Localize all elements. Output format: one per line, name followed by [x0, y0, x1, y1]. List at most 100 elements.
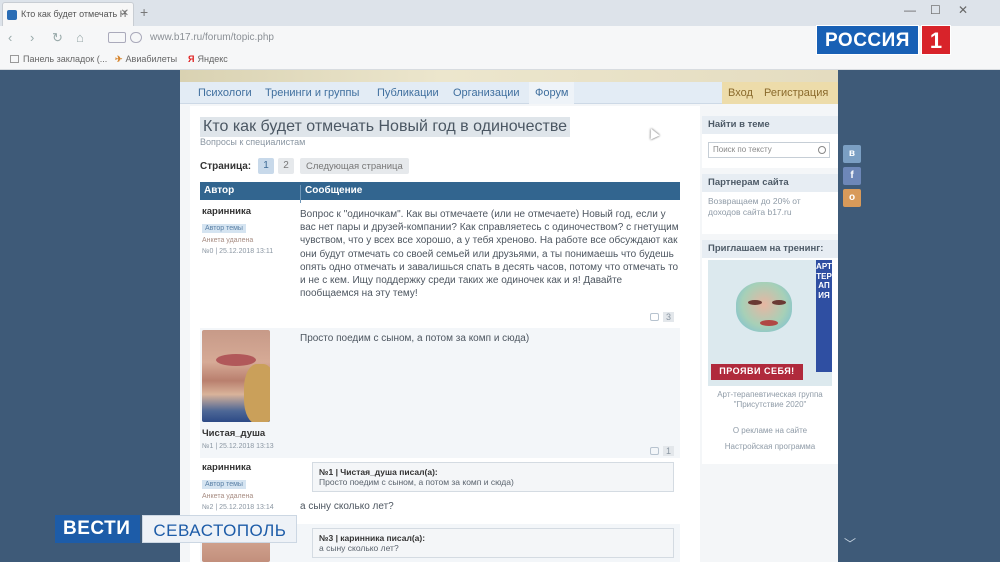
quote-header: №1 | Чистая_душа писал(а):	[319, 467, 438, 477]
privacy-icon[interactable]	[130, 32, 142, 43]
avatar[interactable]	[202, 330, 270, 422]
bookmark-item[interactable]: Я Яндекс	[188, 54, 228, 64]
quote-text: а сыну сколько лет?	[319, 543, 399, 553]
message-column-header: Сообщение	[300, 185, 362, 203]
browser-tab[interactable]: Кто как будет отмечать Н ✕	[2, 2, 134, 26]
post-meta: №2 | 25.12.2018 13:14	[202, 504, 274, 511]
chevron-down-icon[interactable]: ﹀	[844, 535, 856, 552]
url-text: www.b17.ru/forum/topic.php	[150, 32, 274, 43]
favicon-icon	[7, 10, 17, 20]
training-ad-box: Приглашаем на тренинг: АРТ ТЕРАПИЯ ПРОЯВ…	[702, 240, 838, 464]
page-2[interactable]: 2	[278, 158, 294, 174]
browser-tabbar: Кто как будет отмечать Н ✕ + — ☐ ✕	[0, 0, 1000, 26]
nav-trainings[interactable]: Тренинги и группы	[265, 87, 359, 99]
folder-icon	[10, 55, 19, 63]
training-ad-image[interactable]: АРТ ТЕРАПИЯ ПРОЯВИ СЕБЯ!	[708, 260, 832, 386]
post-meta: №1 | 25.12.2018 13:13	[202, 443, 274, 450]
like-count: 1	[662, 446, 674, 456]
search-icon[interactable]	[818, 146, 826, 154]
minimize-icon[interactable]: —	[904, 3, 916, 17]
register-link[interactable]: Регистрация	[764, 87, 828, 99]
partners-title: Партнерам сайта	[702, 174, 838, 192]
ad-banner: ПРОЯВИ СЕБЯ!	[711, 364, 803, 380]
forum-post: каринника Автор темы Анкета удалена №0 |…	[200, 204, 680, 324]
address-bar[interactable]: www.b17.ru/forum/topic.php	[104, 29, 804, 47]
post-meta: №0 | 25.12.2018 13:11	[202, 248, 274, 255]
thumbs-up-icon	[649, 313, 659, 321]
site-navigation: Психологи Тренинги и группы Публикации О…	[180, 82, 838, 104]
tv-channel-name: РОССИЯ	[816, 25, 919, 55]
author-status: Анкета удалена	[202, 237, 254, 244]
nav-psychologists[interactable]: Психологи	[198, 87, 252, 99]
ad-title: Приглашаем на тренинг:	[702, 240, 838, 258]
tv-program-name: ВЕСТИ	[55, 515, 141, 543]
topic-title: Кто как будет отмечать Новый год в одино…	[200, 117, 571, 137]
tv-lower-third: ВЕСТИ СЕВАСТОПОЛЬ	[55, 515, 298, 543]
login-link[interactable]: Вход	[728, 87, 753, 99]
vk-icon[interactable]: в	[843, 145, 861, 163]
ad-caption[interactable]: Арт-терапевтическая группа "Присутствие …	[702, 390, 838, 410]
post-body: Просто поедим с сыном, а потом за комп и…	[300, 333, 530, 344]
topic-search-input[interactable]: Поиск по тексту	[708, 142, 830, 158]
tv-channel-logo: РОССИЯ 1	[816, 25, 951, 55]
forward-icon[interactable]: ›	[30, 30, 34, 45]
ok-icon[interactable]: о	[843, 189, 861, 207]
post-quote: №3 | каринника писал(а): а сыну сколько …	[312, 528, 674, 558]
author-name[interactable]: Чистая_душа	[202, 428, 294, 439]
new-tab-icon[interactable]: +	[140, 4, 148, 20]
author-status: Анкета удалена	[202, 493, 254, 500]
auth-panel: Вход Регистрация	[722, 82, 838, 104]
topic-author-badge: Автор темы	[202, 480, 246, 489]
ad-settings-link[interactable]: Настройская программа	[702, 442, 838, 451]
topic-content: Кто как будет отмечать Новый год в одино…	[190, 106, 700, 562]
search-box-title: Найти в теме	[702, 116, 838, 134]
window-close-icon[interactable]: ✕	[958, 3, 968, 17]
post-body: а сыну сколько лет?	[300, 501, 394, 512]
social-share: в f о	[843, 145, 867, 211]
tab-title: Кто как будет отмечать Н	[21, 9, 127, 19]
yandex-icon: Я	[188, 54, 195, 64]
thumbs-up-icon	[649, 447, 659, 455]
bookmark-item[interactable]: ✈ Авиабилеты	[115, 54, 177, 65]
post-author: каринника Автор темы Анкета удалена №0 |…	[202, 206, 294, 255]
topic-search-box: Найти в теме Поиск по тексту	[702, 116, 838, 168]
tv-channel-number: 1	[920, 25, 951, 55]
like-button[interactable]: 3	[649, 312, 674, 322]
post-body: Вопрос к "одиночкам". Как вы отмечаете (…	[300, 209, 679, 300]
tv-program-city: СЕВАСТОПОЛЬ	[142, 515, 298, 543]
facebook-icon[interactable]: f	[843, 167, 861, 185]
author-name[interactable]: каринника	[202, 206, 294, 217]
nav-forum[interactable]: Форум	[529, 82, 575, 104]
like-button[interactable]: 1	[649, 446, 674, 456]
ad-vertical-text: АРТ ТЕРАПИЯ	[816, 260, 832, 372]
topic-author-badge: Автор темы	[202, 224, 246, 233]
quote-header: №3 | каринника писал(а):	[319, 533, 426, 543]
ad-about-link[interactable]: О рекламе на сайте	[702, 426, 838, 435]
posts-table-header: Автор Сообщение	[200, 182, 680, 203]
quote-text: Просто поедим с сыном, а потом за комп и…	[319, 477, 514, 487]
post-author: Чистая_душа №1 | 25.12.2018 13:13	[202, 330, 294, 450]
nav-organizations[interactable]: Организации	[453, 87, 520, 99]
next-page-button[interactable]: Следующая страница	[300, 158, 409, 174]
author-column-header: Автор	[204, 185, 235, 196]
post-quote: №1 | Чистая_душа писал(а): Просто поедим…	[312, 462, 674, 492]
page-1[interactable]: 1	[258, 158, 274, 174]
site-info-icon[interactable]	[108, 32, 126, 43]
back-icon[interactable]: ‹	[8, 30, 12, 45]
home-icon[interactable]: ⌂	[76, 30, 84, 45]
topic-category[interactable]: Вопросы к специалистам	[200, 137, 305, 147]
bookmark-item[interactable]: Панель закладок (...	[10, 54, 107, 64]
like-count: 3	[662, 312, 674, 322]
partners-box: Партнерам сайта Возвращаем до 20% от дох…	[702, 174, 838, 234]
forum-page: Психологи Тренинги и группы Публикации О…	[180, 70, 838, 562]
close-tab-icon[interactable]: ✕	[121, 8, 129, 19]
post-author: каринника Автор темы Анкета удалена №2 |…	[202, 462, 294, 511]
plane-icon: ✈	[115, 54, 123, 64]
author-name[interactable]: каринника	[202, 462, 294, 473]
nav-publications[interactable]: Публикации	[377, 87, 439, 99]
partners-text[interactable]: Возвращаем до 20% от доходов сайта b17.r…	[702, 192, 838, 222]
maximize-icon[interactable]: ☐	[930, 3, 941, 17]
forum-post: Чистая_душа №1 | 25.12.2018 13:13 Просто…	[200, 328, 680, 458]
pagination-label: Страница:	[200, 161, 252, 172]
reload-icon[interactable]: ↻	[52, 30, 63, 46]
